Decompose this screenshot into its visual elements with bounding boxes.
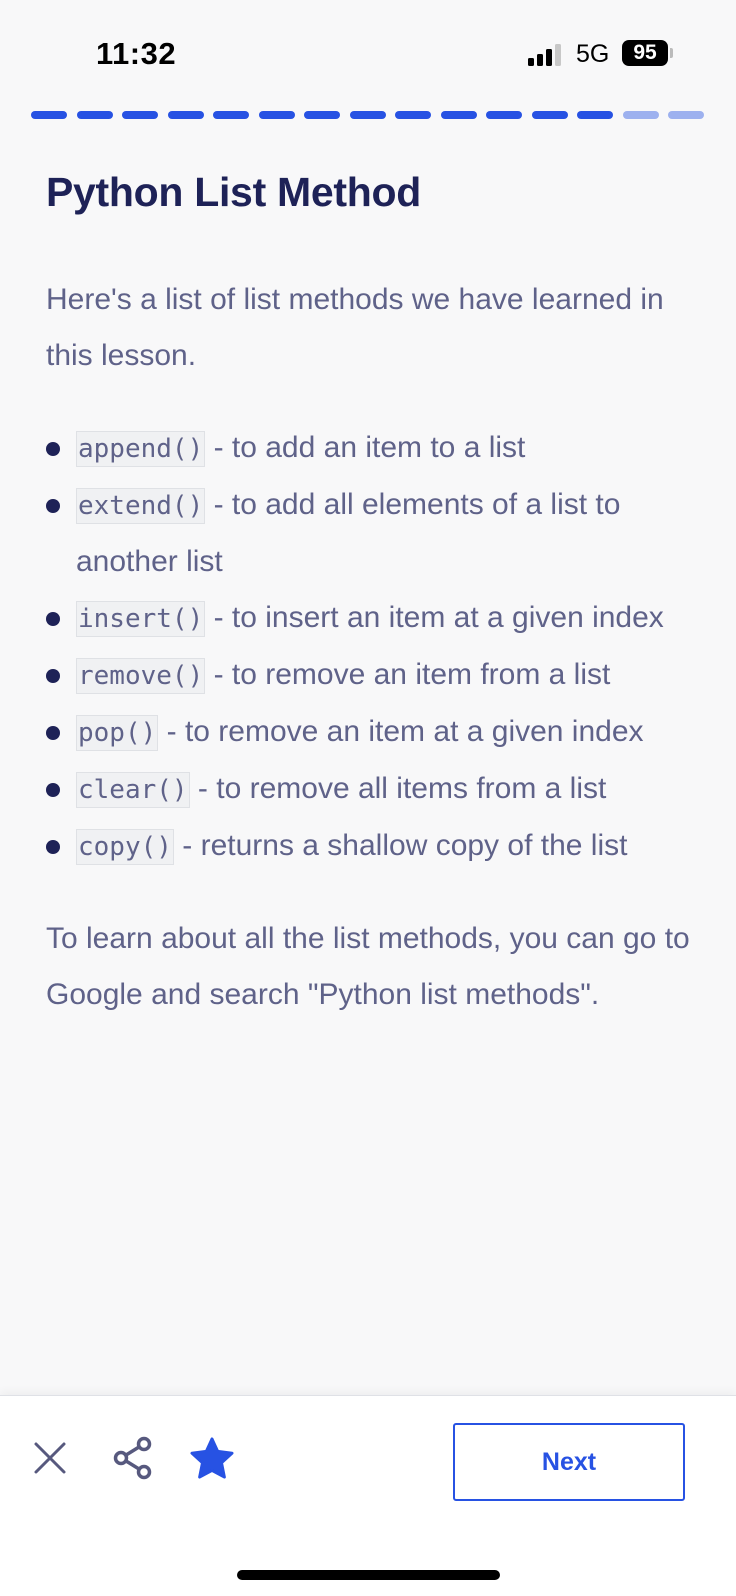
progress-segment-complete [486, 111, 522, 119]
progress-segment-complete [440, 111, 477, 119]
method-code: append() [76, 431, 206, 467]
battery-tip [670, 48, 673, 58]
share-button[interactable] [111, 1436, 155, 1480]
method-list-item: remove() - to remove an item from a list [46, 647, 696, 704]
lesson-progress-bar [31, 111, 704, 119]
method-code: insert() [76, 601, 206, 637]
progress-segment-complete [304, 111, 340, 119]
method-list-item: clear() - to remove all items from a lis… [46, 761, 696, 818]
close-icon [34, 1442, 66, 1474]
lesson-content: Python List Method Here's a list of list… [46, 160, 696, 1023]
status-bar: 11:32 5G 95 [0, 0, 736, 100]
progress-segment-complete [31, 111, 67, 119]
progress-segment-complete [577, 111, 613, 119]
method-code: extend() [76, 488, 206, 524]
close-button[interactable] [28, 1436, 72, 1480]
method-description: - returns a shallow copy of the list [173, 829, 628, 862]
method-code: clear() [76, 772, 190, 808]
lesson-intro: Here's a list of list methods we have le… [46, 283, 664, 372]
method-description: - to insert an item at a given index [205, 601, 664, 634]
method-list-item: pop() - to remove an item at a given ind… [46, 704, 696, 761]
progress-segment-complete [395, 111, 431, 119]
progress-segment-complete [213, 111, 249, 119]
progress-segment-complete [122, 111, 158, 119]
method-list-item: copy() - returns a shallow copy of the l… [46, 818, 696, 875]
progress-segment-complete [531, 111, 568, 119]
method-code: pop() [76, 715, 159, 751]
bookmark-star-button[interactable] [190, 1436, 234, 1480]
progress-segment-complete [258, 111, 295, 119]
method-list-item: insert() - to insert an item at a given … [46, 590, 696, 647]
bottom-action-bar: Next [0, 1395, 736, 1596]
method-list-item: extend() - to add all elements of a list… [46, 477, 696, 590]
method-code: copy() [76, 829, 174, 865]
battery-icon: 95 [622, 40, 668, 66]
lesson-title: Python List Method [46, 169, 421, 215]
progress-segment-pending [622, 111, 659, 119]
next-button[interactable]: Next [453, 1423, 685, 1501]
lesson-outro: To learn about all the list methods, you… [46, 922, 690, 1011]
status-time: 11:32 [96, 36, 177, 71]
progress-segment-complete [167, 111, 204, 119]
progress-segment-complete [349, 111, 386, 119]
progress-segment-complete [76, 111, 113, 119]
share-icon [113, 1436, 152, 1480]
signal-icon [528, 44, 561, 66]
methods-list: append() - to add an item to a list exten… [46, 420, 696, 875]
home-indicator[interactable] [237, 1570, 500, 1580]
method-description: - to remove all items from a list [189, 772, 607, 805]
network-type: 5G [576, 40, 610, 68]
star-icon [190, 1437, 234, 1479]
progress-segment-pending [668, 111, 704, 119]
method-description: - to remove an item from a list [205, 658, 611, 691]
method-list-item: append() - to add an item to a list [46, 420, 696, 477]
method-description: - to remove an item at a given index [158, 715, 644, 748]
method-description: - to add an item to a list [205, 431, 526, 464]
method-code: remove() [76, 658, 206, 694]
